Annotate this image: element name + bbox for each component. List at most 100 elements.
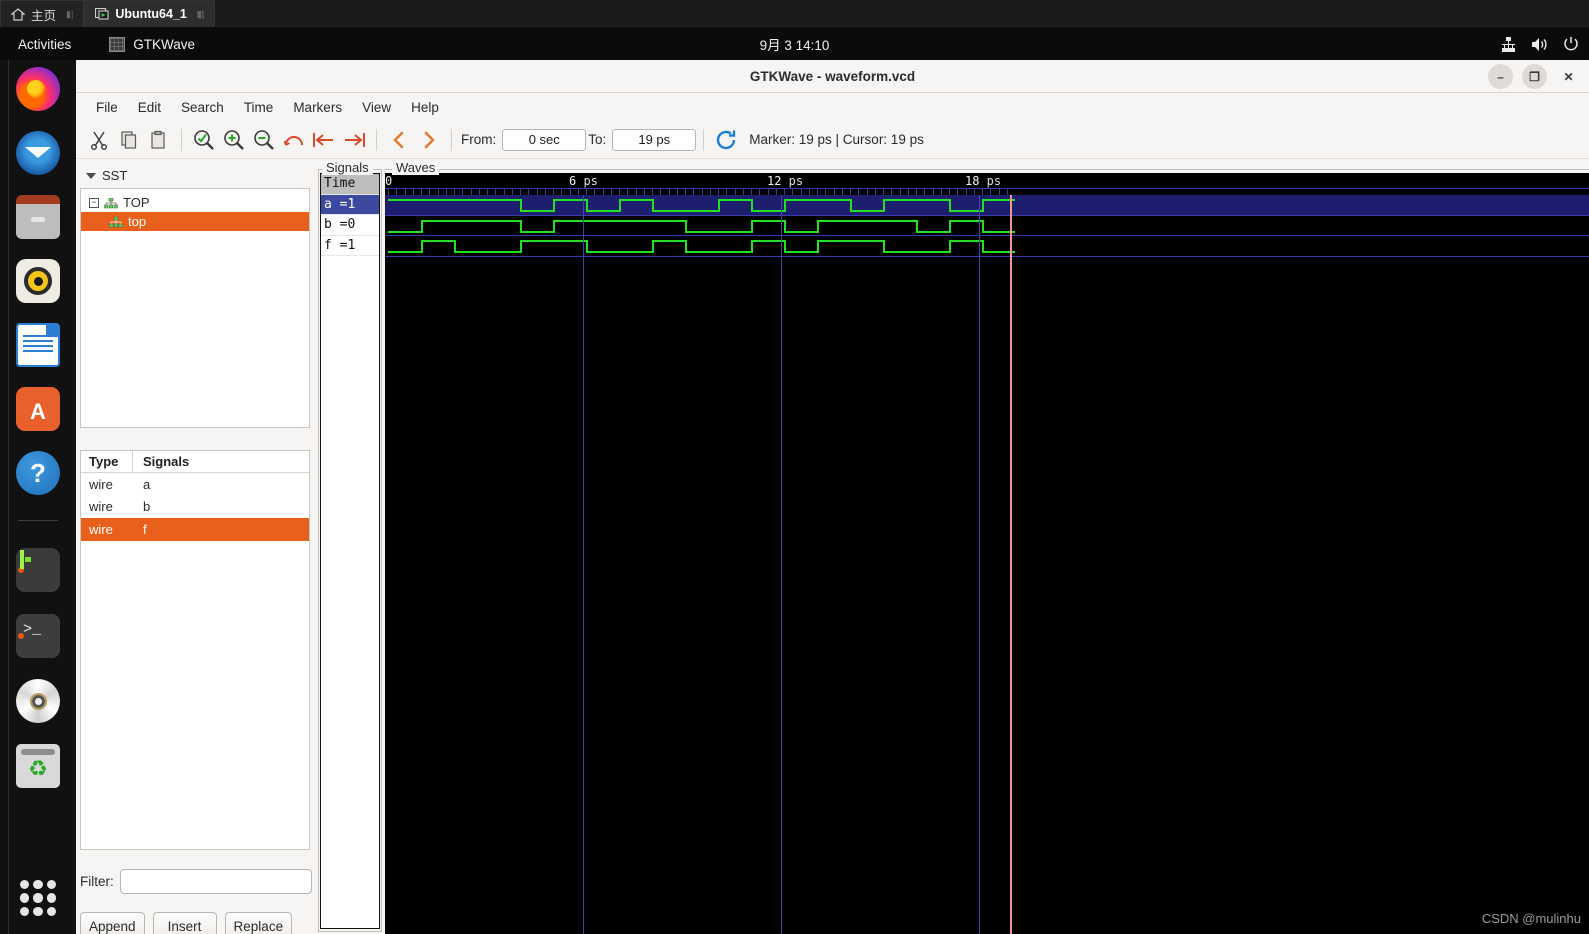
waveform-row-f[interactable] [385, 236, 1589, 257]
prev-edge-icon[interactable] [384, 125, 414, 155]
signal-name-b[interactable]: b =0 [321, 215, 379, 236]
table-row[interactable]: wire f [81, 518, 309, 541]
toolbar: From: 0 sec To: 19 ps Marker: 19 ps | Cu… [76, 121, 1589, 159]
rhythmbox-icon [16, 259, 60, 303]
filter-input[interactable] [119, 869, 312, 894]
replace-button[interactable]: Replace [224, 912, 293, 934]
waveform-canvas[interactable]: 0 6 ps 12 ps 18 ps [385, 173, 1589, 934]
dock-item-app-center[interactable] [13, 384, 63, 434]
dock-item-help[interactable]: ? [13, 448, 63, 498]
table-row[interactable]: wire a [81, 473, 309, 496]
signal-name-f[interactable]: f =1 [321, 236, 379, 257]
files-icon [16, 195, 60, 239]
pin-icon[interactable]: ▮| [66, 9, 73, 20]
waveform-segment [685, 251, 751, 254]
vmware-tab-home[interactable]: 主页 ▮| [0, 0, 85, 27]
waveform-row-a[interactable] [385, 195, 1589, 216]
dock-item-rhythmbox[interactable] [13, 256, 63, 306]
dock-item-terminal[interactable]: >_ [13, 611, 63, 661]
network-icon[interactable] [1500, 36, 1517, 52]
active-app-menu[interactable]: GTKWave [109, 36, 195, 52]
gnome-top-bar: Activities GTKWave 9月 3 14:10 [0, 28, 1589, 60]
menu-markers[interactable]: Markers [283, 97, 352, 118]
dock-item-thunderbird[interactable] [13, 128, 63, 178]
menu-search[interactable]: Search [171, 97, 234, 118]
clock[interactable]: 9月 3 14:10 [0, 34, 1589, 54]
ruler-tick-label: 0 [385, 174, 393, 188]
zoom-undo-icon[interactable] [279, 125, 309, 155]
paste-icon[interactable] [144, 125, 174, 155]
volume-icon[interactable] [1531, 37, 1549, 52]
help-icon: ? [16, 451, 60, 495]
signal-name-time[interactable]: Time [321, 174, 379, 195]
copy-icon[interactable] [114, 125, 144, 155]
signal-name-list[interactable]: Time a =1 b =0 f =1 [320, 173, 380, 929]
column-header-signals[interactable]: Signals [133, 454, 189, 469]
tree-node-top-instance[interactable]: top [81, 212, 309, 231]
chevron-down-icon[interactable] [86, 172, 96, 179]
go-start-icon[interactable] [309, 125, 339, 155]
marker-line[interactable] [583, 195, 584, 934]
marker-line[interactable] [781, 195, 782, 934]
cell-signal: b [143, 499, 151, 515]
waveform-segment [520, 230, 553, 233]
dock-item-libreoffice-writer[interactable] [13, 320, 63, 370]
from-input[interactable]: 0 sec [502, 128, 587, 151]
sst-pane: SST − TOP top Type Signals wire a wire b… [76, 160, 316, 934]
column-header-type[interactable]: Type [81, 451, 133, 472]
sst-header[interactable]: SST [80, 166, 310, 188]
waveform-segment [520, 240, 586, 243]
menu-help[interactable]: Help [401, 97, 449, 118]
menu-time[interactable]: Time [234, 97, 284, 118]
zoom-out-icon[interactable] [249, 125, 279, 155]
screen: 主页 ▮| Ubuntu64_1 ▮| Activities GTKWave 9… [0, 0, 1589, 934]
dock-item-firefox[interactable] [13, 64, 63, 114]
zoom-in-icon[interactable] [219, 125, 249, 155]
waveform-segment [520, 210, 553, 212]
maximize-button[interactable]: ❐ [1522, 64, 1547, 89]
show-applications-button[interactable] [20, 880, 56, 916]
table-row[interactable]: wire b [81, 496, 309, 519]
dock-item-files[interactable] [13, 192, 63, 242]
marker-line[interactable] [979, 195, 980, 934]
window-controls: – ❐ ✕ [1488, 64, 1581, 89]
reload-icon[interactable] [711, 125, 741, 155]
waveform-row-b[interactable] [385, 216, 1589, 237]
insert-button[interactable]: Insert [152, 912, 217, 934]
close-button[interactable]: ✕ [1556, 64, 1581, 89]
waveform-segment [751, 210, 784, 212]
waveform-segment [388, 251, 421, 254]
go-end-icon[interactable] [339, 125, 369, 155]
next-edge-icon[interactable] [414, 125, 444, 155]
system-tray[interactable] [1500, 36, 1579, 52]
window-title: GTKWave - waveform.vcd [749, 68, 916, 84]
menu-edit[interactable]: Edit [128, 97, 171, 118]
trash-icon [16, 744, 60, 788]
power-icon[interactable] [1563, 36, 1579, 52]
sst-label: SST [102, 168, 128, 183]
waveform-segment [421, 219, 520, 222]
minimize-button[interactable]: – [1488, 64, 1513, 89]
tree-node-top-scope[interactable]: − TOP [81, 193, 309, 212]
zoom-fit-icon[interactable] [189, 125, 219, 155]
to-input[interactable]: 19 ps [612, 128, 697, 151]
cut-icon[interactable] [84, 125, 114, 155]
dock-item-gtkwave[interactable] [13, 545, 63, 595]
cursor-line[interactable] [1010, 195, 1012, 934]
dock-item-trash[interactable] [13, 741, 63, 791]
append-button[interactable]: Append [80, 912, 145, 934]
sst-tree[interactable]: − TOP top [80, 188, 310, 428]
vmware-tab-ubuntu64-1[interactable]: Ubuntu64_1 ▮| [84, 0, 216, 27]
pin-icon[interactable]: ▮| [197, 9, 204, 20]
expander-icon[interactable]: − [89, 197, 99, 208]
activities-button[interactable]: Activities [0, 37, 85, 52]
main-body: SST − TOP top Type Signals wire a wire b… [76, 160, 1589, 934]
time-ruler[interactable]: 0 6 ps 12 ps 18 ps [385, 173, 1589, 200]
waveform-segment [718, 199, 751, 201]
signal-list-table[interactable]: Type Signals wire a wire b wire f [80, 450, 310, 850]
menu-view[interactable]: View [352, 97, 401, 118]
menu-file[interactable]: File [86, 97, 128, 118]
waveform-segment [784, 199, 850, 201]
signal-name-a[interactable]: a =1 [321, 194, 379, 216]
dock-item-disc[interactable] [13, 676, 63, 726]
